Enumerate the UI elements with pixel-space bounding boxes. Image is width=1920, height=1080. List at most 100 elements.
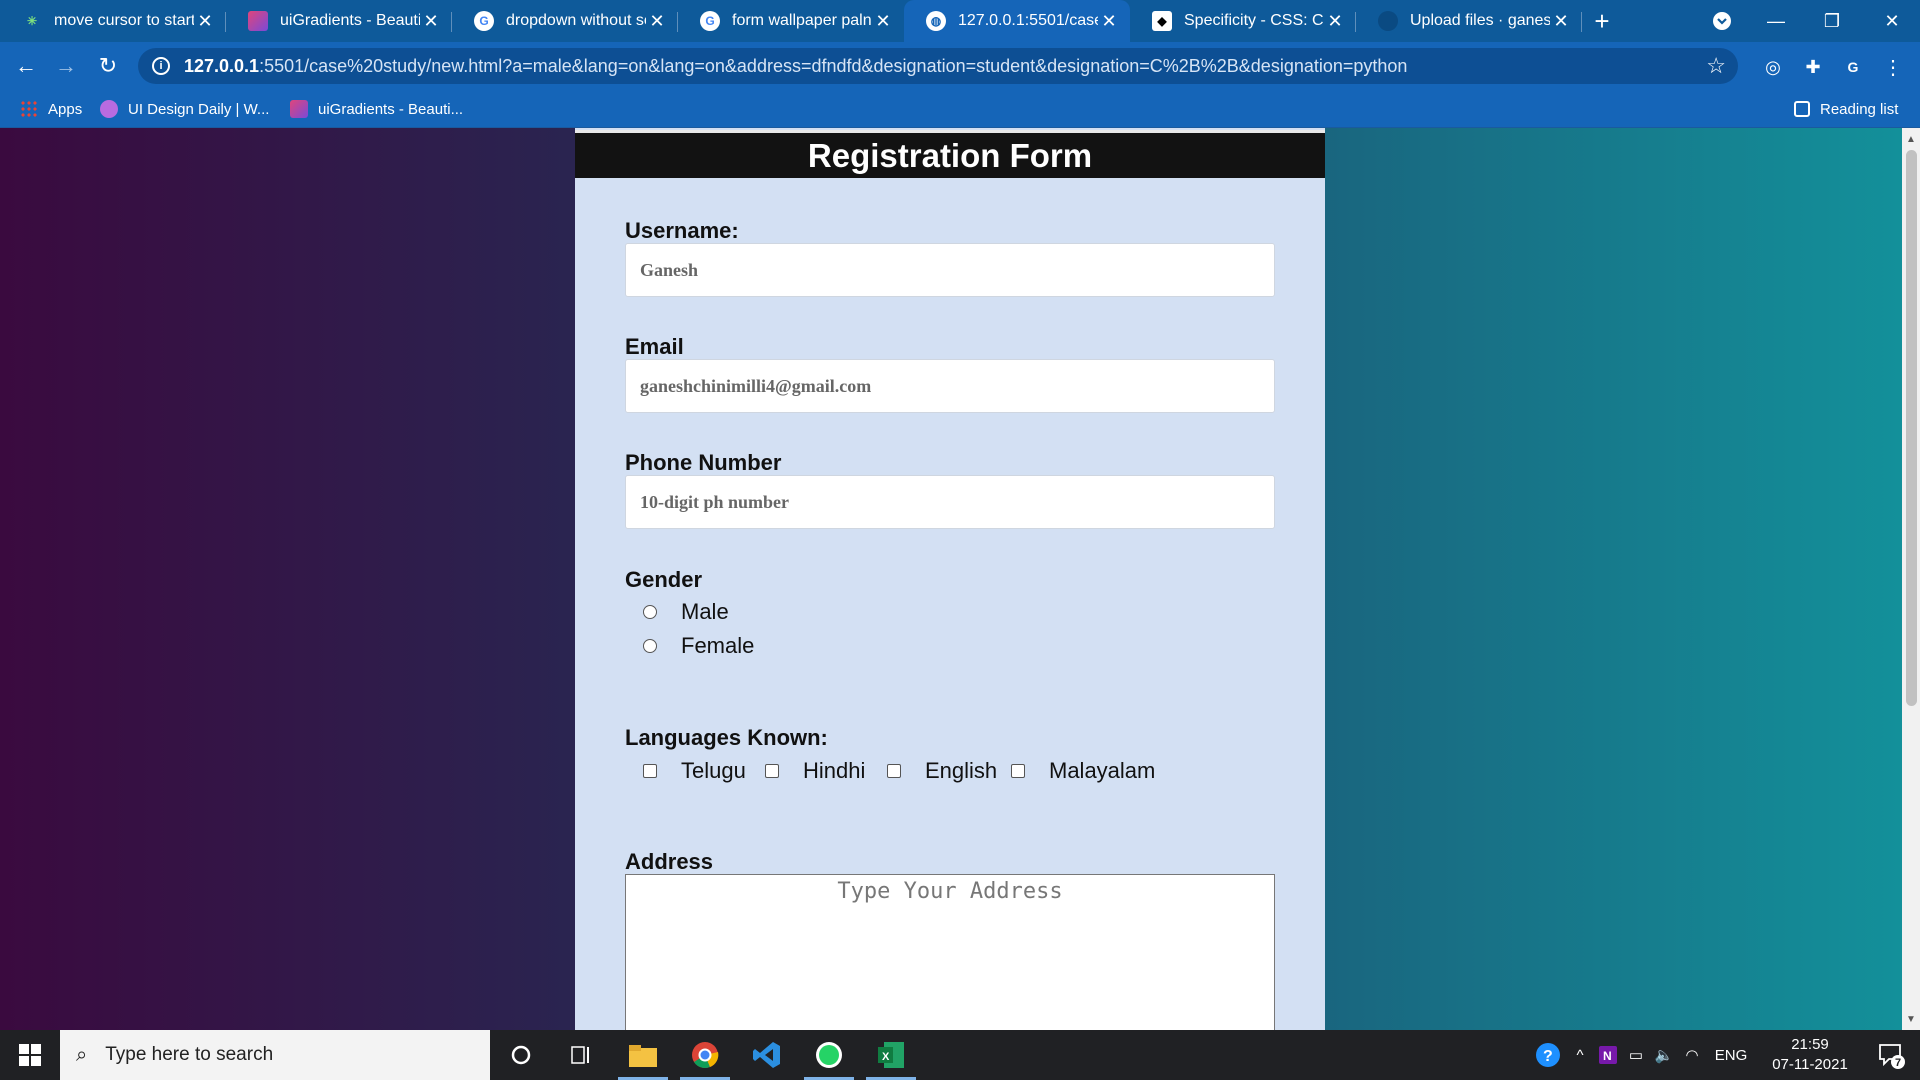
browser-tab[interactable]: uiGradients - Beautifu ✕ xyxy=(226,0,452,42)
chrome-icon[interactable] xyxy=(674,1030,736,1080)
tab-title: Specificity - CSS: Casc xyxy=(1184,12,1324,29)
browser-toolbar: ← → ↻ i 127.0.0.1:5501/case%20study/new.… xyxy=(0,42,1920,90)
close-icon[interactable]: ✕ xyxy=(646,11,668,32)
browser-tab[interactable]: G form wallpaper palne ✕ xyxy=(678,0,904,42)
restore-icon[interactable]: ❐ xyxy=(1804,0,1860,42)
close-icon[interactable]: ✕ xyxy=(1324,11,1346,32)
file-explorer-icon[interactable] xyxy=(612,1030,674,1080)
tab-search-icon[interactable] xyxy=(1694,0,1750,42)
reading-list-button[interactable]: Reading list xyxy=(1794,90,1898,128)
sparkle-favicon-icon: ✳ xyxy=(26,14,38,28)
close-icon[interactable]: ✕ xyxy=(420,11,442,32)
language-indicator[interactable]: ENG xyxy=(1706,1030,1756,1080)
reload-icon[interactable]: ↻ xyxy=(88,42,128,90)
apps-grid-icon xyxy=(20,100,38,118)
whatsapp-icon[interactable] xyxy=(798,1030,860,1080)
menu-kebab-icon[interactable]: ⋮ xyxy=(1880,54,1906,80)
language-option-hindhi[interactable]: Hindhi xyxy=(765,758,865,784)
wifi-icon[interactable]: ◠ xyxy=(1678,1030,1706,1080)
volume-icon[interactable]: 🔈 xyxy=(1650,1030,1678,1080)
excel-icon[interactable]: X xyxy=(860,1030,922,1080)
bookmark-ui-design-daily[interactable]: UI Design Daily | W... xyxy=(100,90,269,128)
close-icon[interactable]: ✕ xyxy=(1550,11,1572,32)
clock-time: 21:59 xyxy=(1791,1036,1829,1053)
browser-tab[interactable]: ✳ move cursor to start o ✕ xyxy=(0,0,226,42)
close-icon[interactable]: ✕ xyxy=(194,11,216,32)
checkbox-label: English xyxy=(925,758,998,783)
extensions-puzzle-icon[interactable]: ✚ xyxy=(1800,54,1826,80)
cortana-circle-icon[interactable] xyxy=(490,1030,552,1080)
url-host: 127.0.0.1 xyxy=(184,55,260,76)
windows-taskbar: ⌕ Type here to search X ? ^ N ▭ 🔈 ◠ ENG … xyxy=(0,1030,1920,1080)
language-option-english[interactable]: English xyxy=(887,758,997,784)
search-placeholder: Type here to search xyxy=(105,1044,274,1065)
browser-tab[interactable]: G dropdown without sel ✕ xyxy=(452,0,678,42)
onenote-icon[interactable]: N xyxy=(1594,1030,1622,1080)
battery-icon[interactable]: ▭ xyxy=(1622,1030,1650,1080)
reading-list-icon xyxy=(1794,101,1810,117)
gender-option-male[interactable]: Male xyxy=(643,599,729,625)
forward-arrow-icon[interactable]: → xyxy=(46,42,86,90)
ui-design-daily-icon xyxy=(100,100,118,118)
back-arrow-icon[interactable]: ← xyxy=(6,42,46,90)
profile-avatar[interactable]: G xyxy=(1840,54,1866,80)
scroll-up-arrow-icon[interactable]: ▲ xyxy=(1902,130,1920,148)
username-value: Ganesh xyxy=(640,259,699,280)
gender-option-female[interactable]: Female xyxy=(643,633,754,659)
language-option-telugu[interactable]: Telugu xyxy=(643,758,746,784)
username-input[interactable]: Ganesh xyxy=(625,243,1275,297)
phone-placeholder: 10-digit ph number xyxy=(640,491,790,512)
tab-title: form wallpaper palne xyxy=(732,12,872,29)
tab-title: Upload files · ganeshc xyxy=(1410,12,1550,29)
windows-start-icon[interactable] xyxy=(0,1030,60,1080)
browser-tab[interactable]: Upload files · ganeshc ✕ xyxy=(1356,0,1582,42)
bookmark-apps[interactable]: Apps xyxy=(20,90,82,128)
languages-label: Languages Known: xyxy=(625,725,828,750)
email-input[interactable]: ganeshchinimilli4@gmail.com xyxy=(625,359,1275,413)
minimize-icon[interactable]: — xyxy=(1748,0,1804,42)
extension-circle-icon[interactable]: ◎ xyxy=(1760,54,1786,80)
close-icon[interactable]: ✕ xyxy=(1098,11,1120,32)
close-window-icon[interactable]: ✕ xyxy=(1864,0,1920,42)
address-bar[interactable]: i 127.0.0.1:5501/case%20study/new.html?a… xyxy=(138,48,1738,84)
scroll-down-arrow-icon[interactable]: ▼ xyxy=(1902,1010,1920,1028)
url-path: :5501/case%20study/new.html?a=male&lang=… xyxy=(259,55,1408,76)
checkbox[interactable] xyxy=(643,764,657,778)
registration-form: Registration Form Username: Ganesh Email… xyxy=(575,128,1325,1030)
notification-center-icon[interactable]: 7 xyxy=(1866,1030,1916,1080)
site-info-icon[interactable]: i xyxy=(152,57,170,75)
svg-text:?: ? xyxy=(1543,1048,1553,1065)
email-value: ganeshchinimilli4@gmail.com xyxy=(640,375,872,396)
uigradients-icon xyxy=(290,100,308,118)
clock[interactable]: 21:59 07-11-2021 xyxy=(1760,1030,1860,1080)
vscode-icon[interactable] xyxy=(736,1030,798,1080)
help-icon[interactable]: ? xyxy=(1530,1030,1566,1080)
page-viewport: Registration Form Username: Ganesh Email… xyxy=(0,128,1902,1030)
radio-button[interactable] xyxy=(643,605,657,619)
browser-tab-active[interactable]: ◍ 127.0.0.1:5501/case st ✕ xyxy=(904,0,1130,42)
new-tab-button[interactable]: + xyxy=(1582,0,1622,42)
browser-tab[interactable]: ◆ Specificity - CSS: Casc ✕ xyxy=(1130,0,1356,42)
phone-input[interactable]: 10-digit ph number xyxy=(625,475,1275,529)
language-option-malayalam[interactable]: Malayalam xyxy=(1011,758,1155,784)
svg-text:X: X xyxy=(882,1051,890,1063)
tab-title: uiGradients - Beautifu xyxy=(280,12,420,29)
checkbox[interactable] xyxy=(1011,764,1025,778)
tab-title: move cursor to start o xyxy=(54,12,194,29)
close-icon[interactable]: ✕ xyxy=(872,11,894,32)
checkbox[interactable] xyxy=(887,764,901,778)
uigradients-favicon-icon xyxy=(248,11,268,31)
tab-title: 127.0.0.1:5501/case st xyxy=(958,12,1098,29)
scrollbar-thumb[interactable] xyxy=(1906,150,1917,706)
bookmark-star-icon[interactable]: ☆ xyxy=(1706,53,1726,79)
page-scrollbar[interactable]: ▲ ▼ xyxy=(1902,128,1920,1030)
reading-list-label: Reading list xyxy=(1820,100,1899,118)
address-textarea[interactable]: Type Your Address xyxy=(625,874,1275,1030)
chevron-up-icon[interactable]: ^ xyxy=(1566,1030,1594,1080)
globe-favicon-icon: ◍ xyxy=(926,11,946,31)
radio-button[interactable] xyxy=(643,639,657,653)
bookmark-uigradients[interactable]: uiGradients - Beauti... xyxy=(290,90,463,128)
checkbox[interactable] xyxy=(765,764,779,778)
task-view-icon[interactable] xyxy=(550,1030,612,1080)
taskbar-search-box[interactable]: ⌕ Type here to search xyxy=(60,1030,490,1080)
